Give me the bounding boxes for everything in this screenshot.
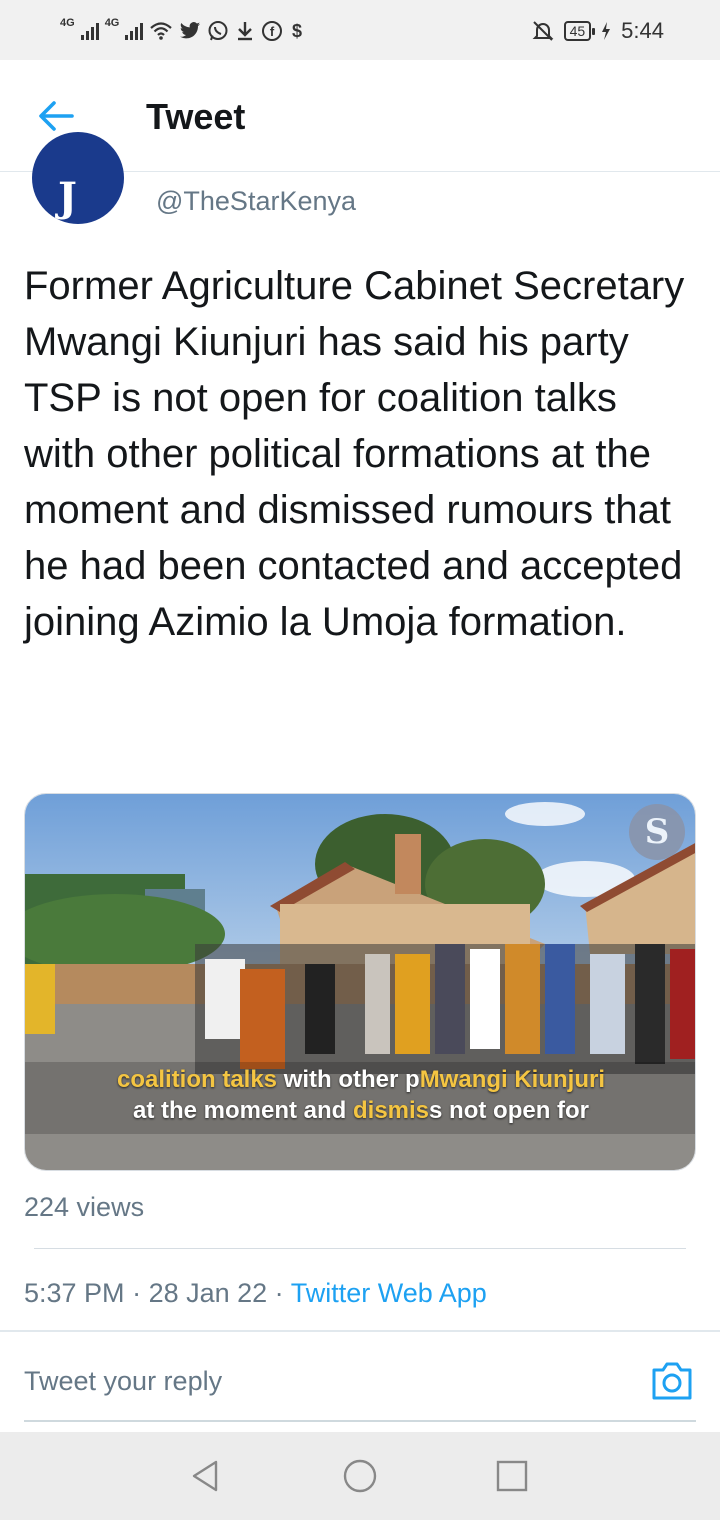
tweet-date: 28 Jan 22 bbox=[148, 1278, 268, 1308]
network-type-2: 4G bbox=[104, 17, 120, 29]
tweet-time: 5:37 PM bbox=[24, 1278, 125, 1308]
video-caption-line-2: at the moment and dismiss not open for bbox=[25, 1097, 695, 1125]
download-icon bbox=[238, 22, 253, 41]
nav-home-icon[interactable] bbox=[340, 1456, 380, 1496]
tweet-source-link[interactable]: Twitter Web App bbox=[291, 1278, 487, 1308]
tweet-meta: 5:37 PM · 28 Jan 22 · Twitter Web App bbox=[24, 1278, 487, 1309]
view-count: 224 views bbox=[24, 1192, 145, 1222]
reply-underline bbox=[24, 1420, 696, 1422]
divider bbox=[0, 1330, 720, 1332]
system-nav-bar bbox=[0, 1432, 720, 1520]
nav-back-icon[interactable] bbox=[186, 1456, 226, 1496]
svg-text:f: f bbox=[270, 24, 275, 39]
twitter-icon bbox=[180, 22, 201, 39]
video-caption-line-1: coalition talks with other pMwangi Kiunj… bbox=[25, 1066, 695, 1094]
nav-recents-icon[interactable] bbox=[492, 1456, 532, 1496]
avatar[interactable]: J bbox=[32, 132, 124, 224]
facebook-icon: f bbox=[262, 21, 283, 41]
tweet-media-video[interactable]: S coalition talks with other pMwangi Kiu… bbox=[24, 793, 696, 1171]
tweet-text: Former Agriculture Cabinet Secretary Mwa… bbox=[24, 264, 685, 644]
author-handle[interactable]: @TheStarKenya bbox=[156, 186, 356, 217]
whatsapp-icon bbox=[208, 21, 228, 41]
page-title: Tweet bbox=[146, 96, 246, 137]
caption-segment: s not open for bbox=[429, 1097, 590, 1124]
reply-input[interactable]: Tweet your reply bbox=[24, 1366, 222, 1397]
charging-icon bbox=[602, 22, 611, 40]
svg-text:$: $ bbox=[292, 21, 302, 41]
meta-separator: · bbox=[124, 1278, 149, 1308]
caption-segment: Mwangi Kiunjuri bbox=[419, 1066, 606, 1093]
caption-segment: coalition talks bbox=[116, 1066, 284, 1093]
meta-separator: · bbox=[267, 1278, 291, 1308]
network-type-1: 4G bbox=[60, 17, 75, 29]
mute-icon bbox=[532, 21, 554, 41]
status-right-icons: 45 5:44 bbox=[532, 16, 664, 46]
caption-segment: with other p bbox=[283, 1066, 420, 1093]
caption-segment: at the moment and bbox=[132, 1097, 353, 1124]
wifi-icon bbox=[150, 22, 173, 40]
dollar-icon: $ bbox=[292, 21, 302, 41]
signal-icon bbox=[80, 22, 99, 40]
caption-segment: dismis bbox=[353, 1097, 430, 1124]
clock: 5:44 bbox=[621, 18, 664, 43]
back-arrow-icon[interactable] bbox=[36, 96, 76, 136]
battery-indicator: 45 bbox=[563, 21, 595, 41]
camera-icon[interactable] bbox=[650, 1360, 694, 1402]
status-bar: 4G 4G f $ 45 5:44 bbox=[0, 0, 720, 60]
status-left-icons: 4G 4G f $ bbox=[60, 16, 305, 46]
avatar-logo-icon: J bbox=[58, 174, 77, 221]
divider bbox=[34, 1248, 686, 1249]
signal-icon bbox=[125, 22, 144, 40]
media-watermark-logo: S bbox=[629, 804, 685, 860]
